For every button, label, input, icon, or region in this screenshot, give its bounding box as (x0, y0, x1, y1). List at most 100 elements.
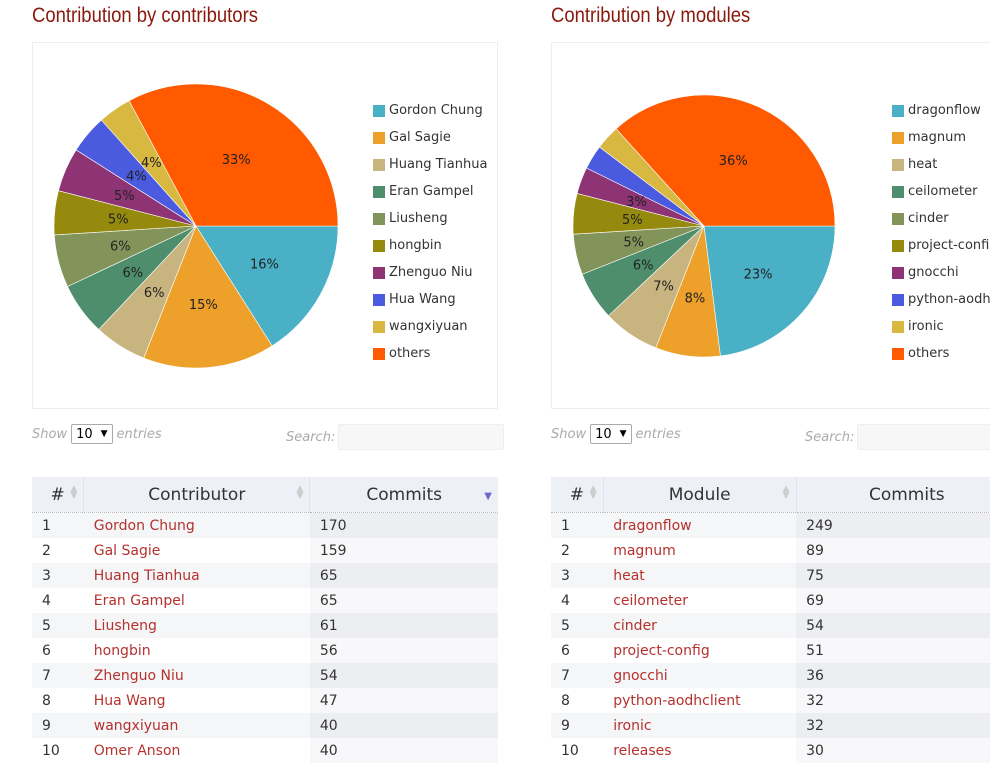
legend-item[interactable]: dragonflow (892, 97, 990, 124)
slice-label: 5% (623, 236, 644, 251)
page-size-select[interactable]: 10 ▼ (71, 424, 113, 444)
slice-label: 3% (626, 195, 647, 210)
legend-item[interactable]: ceilometer (892, 178, 990, 205)
legend-item[interactable]: cinder (892, 205, 990, 232)
legend-item[interactable]: Gordon Chung (373, 97, 487, 124)
name-link[interactable]: Eran Gampel (94, 593, 185, 609)
rank-cell: 2 (32, 538, 84, 563)
slice-label: 16% (250, 258, 279, 273)
page-size-control: Show 10 ▼ entries (32, 424, 162, 444)
name-link[interactable]: hongbin (94, 643, 151, 659)
section-title: Contribution by contributors (32, 4, 258, 27)
commits-cell: 40 (309, 738, 498, 763)
legend-label: Liusheng (389, 211, 448, 226)
table-row: 8 Hua Wang 47 (32, 688, 498, 713)
name-cell: Hua Wang (83, 688, 310, 713)
name-link[interactable]: heat (613, 568, 645, 584)
legend-item[interactable]: Huang Tianhua (373, 151, 487, 178)
name-link[interactable]: Hua Wang (94, 693, 166, 709)
sort-desc-icon: ▼ (484, 491, 492, 502)
name-link[interactable]: gnocchi (613, 668, 667, 684)
legend-item[interactable]: magnum (892, 124, 990, 151)
commits-cell: 54 (309, 663, 498, 688)
page-size-select[interactable]: 10 ▼ (590, 424, 632, 444)
legend-item[interactable]: ironic (892, 313, 990, 340)
legend-item[interactable]: Gal Sagie (373, 124, 487, 151)
legend-item[interactable]: hongbin (373, 232, 487, 259)
legend-label: Gal Sagie (389, 130, 451, 145)
name-cell: magnum (603, 538, 797, 563)
rank-cell: 3 (551, 563, 604, 588)
commits-cell: 65 (309, 563, 498, 588)
legend-item[interactable]: others (373, 340, 487, 367)
name-link[interactable]: cinder (613, 618, 657, 634)
rank-cell: 6 (32, 638, 84, 663)
column-header-commits[interactable]: Commits (795, 477, 990, 513)
search-input[interactable] (857, 424, 990, 450)
name-link[interactable]: Omer Anson (94, 743, 181, 759)
sort-icon: ▲ ▼ (296, 484, 304, 501)
legend-item[interactable]: Eran Gampel (373, 178, 487, 205)
name-link[interactable]: Gal Sagie (94, 543, 161, 559)
legend-swatch (373, 266, 385, 279)
column-header-commits[interactable]: Commits ▼ (309, 477, 498, 513)
name-link[interactable]: ceilometer (613, 593, 688, 609)
rank-cell: 10 (551, 738, 604, 763)
legend-item[interactable]: python-aodhclient (892, 286, 990, 313)
name-link[interactable]: Gordon Chung (94, 518, 195, 534)
name-link[interactable]: ironic (613, 718, 651, 734)
legend-label: gnocchi (908, 265, 959, 280)
legend-item[interactable]: wangxiyuan (373, 313, 487, 340)
legend-swatch (373, 212, 385, 225)
name-link[interactable]: magnum (613, 543, 676, 559)
name-link[interactable]: dragonflow (613, 518, 691, 534)
pie-slice[interactable] (703, 225, 836, 357)
legend-item[interactable]: Liusheng (373, 205, 487, 232)
column-header-rank[interactable]: # ▲ ▼ (551, 477, 604, 513)
name-link[interactable]: project-config (613, 643, 709, 659)
name-cell: gnocchi (603, 663, 797, 688)
slice-label: 7% (653, 280, 674, 295)
name-link[interactable]: Liusheng (94, 618, 157, 634)
name-link[interactable]: Huang Tianhua (94, 568, 200, 584)
legend-item[interactable]: others (892, 340, 990, 367)
rank-cell: 1 (32, 512, 84, 538)
legend-item[interactable]: Zhenguo Niu (373, 259, 487, 286)
slice-label: 8% (685, 291, 706, 306)
legend-item[interactable]: gnocchi (892, 259, 990, 286)
legend-item[interactable]: heat (892, 151, 990, 178)
name-link[interactable]: python-aodhclient (613, 693, 740, 709)
table-row: 1 dragonflow 249 (551, 512, 990, 538)
name-cell: Eran Gampel (83, 588, 310, 613)
name-link[interactable]: wangxiyuan (94, 718, 179, 734)
commits-cell: 65 (309, 588, 498, 613)
name-link[interactable]: Zhenguo Niu (94, 668, 184, 684)
table-row: 9 ironic 32 (551, 713, 990, 738)
rank-cell: 8 (551, 688, 604, 713)
legend-item[interactable]: Hua Wang (373, 286, 487, 313)
table-row: 1 Gordon Chung 170 (32, 512, 498, 538)
name-link[interactable]: releases (613, 743, 671, 759)
commits-cell: 159 (309, 538, 498, 563)
rank-cell: 5 (551, 613, 604, 638)
table-row: 10 releases 30 (551, 738, 990, 763)
slice-label: 23% (744, 268, 773, 283)
column-header-rank[interactable]: # ▲ ▼ (32, 477, 84, 513)
legend-item[interactable]: project-config (892, 232, 990, 259)
chart-legend: dragonflow magnum heat ceilometer cinder proj… (892, 97, 990, 367)
name-cell: python-aodhclient (603, 688, 797, 713)
column-header-name[interactable]: Contributor ▲ ▼ (83, 477, 310, 513)
rank-cell: 6 (551, 638, 604, 663)
name-cell: Gordon Chung (83, 512, 310, 538)
name-cell: cinder (603, 613, 797, 638)
legend-swatch (373, 239, 385, 252)
slice-label: 4% (126, 169, 147, 184)
legend-label: dragonflow (908, 103, 981, 118)
commits-cell: 36 (796, 663, 990, 688)
search-input[interactable] (338, 424, 505, 450)
rank-cell: 10 (32, 738, 84, 763)
column-header-name[interactable]: Module ▲ ▼ (602, 477, 797, 513)
rank-cell: 4 (551, 588, 604, 613)
commits-cell: 30 (796, 738, 990, 763)
rank-cell: 1 (551, 512, 604, 538)
